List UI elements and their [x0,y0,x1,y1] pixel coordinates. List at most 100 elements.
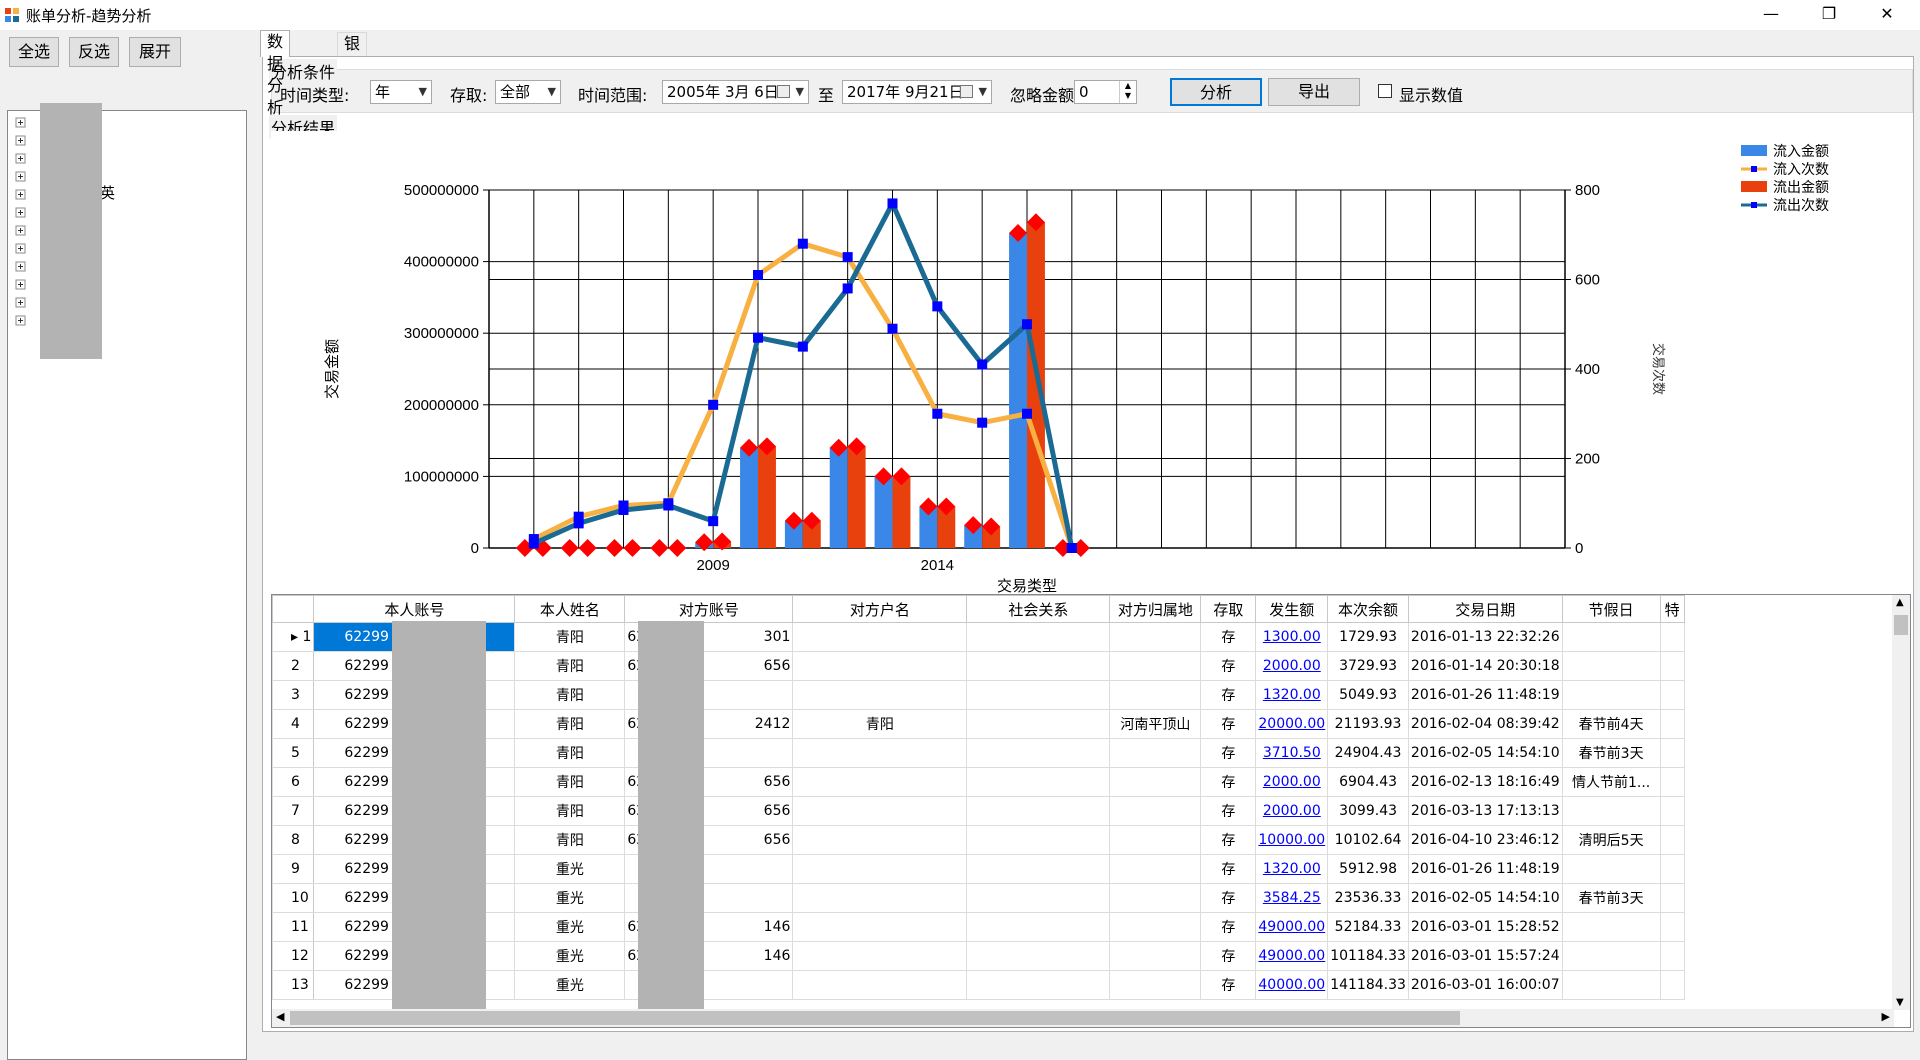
column-header[interactable]: 对方户名 [792,595,968,623]
amount-link[interactable]: 2000.00 [1255,767,1329,797]
table-cell [966,825,1111,855]
table-cell [1561,622,1661,652]
table-cell [1659,941,1685,971]
column-header[interactable]: 本人姓名 [514,595,626,623]
app-icon [5,8,19,22]
column-header[interactable]: 存取 [1200,595,1257,623]
tree-expand-icon[interactable] [14,188,28,202]
account-tree[interactable]: 英 [7,103,247,1060]
time-type-select[interactable]: 年 ▼ [370,80,432,104]
table-cell: 存 [1200,796,1257,826]
amount-link[interactable]: 10000.00 [1255,825,1329,855]
start-date-picker[interactable]: 2005年 3月 6日 ▼ [662,80,809,104]
tree-expand-icon[interactable] [14,242,28,256]
tree-expand-icon[interactable] [14,260,28,274]
column-header[interactable] [272,595,315,623]
row-header: 8 [272,825,315,855]
table-cell: 存 [1200,970,1257,1000]
line-point [573,518,584,529]
analyze-button[interactable]: 分析 [1170,78,1262,106]
table-cell: 3099.43 [1327,796,1409,826]
row-header: 13 [272,970,315,1000]
tab-bank-bill[interactable]: 银行账单 [337,32,368,119]
tree-expand-icon[interactable] [14,116,28,130]
table-cell [1109,970,1202,1000]
bar [1027,222,1045,548]
table-cell: 存 [1200,622,1257,652]
legend-label: 流出金额 [1773,179,1829,195]
end-date-picker[interactable]: 2017年 9月21日 ▼ [842,80,992,104]
transactions-grid[interactable]: 本人账号 本人姓名 对方账号 对方户名 社会关系 对方归属地 存取 发生额 本次余额 交易日期 节假… [271,594,1911,1028]
select-all-button[interactable]: 全选 [9,37,59,67]
line-point [977,417,988,428]
amount-link[interactable]: 1320.00 [1255,854,1329,884]
legend-swatch-marker [1751,166,1757,172]
table-cell: 青阳 [514,622,626,652]
column-header[interactable]: 对方归属地 [1109,595,1202,623]
column-header[interactable]: 发生额 [1255,595,1329,623]
amount-link[interactable]: 2000.00 [1255,796,1329,826]
tree-expand-icon[interactable] [14,206,28,220]
x-tick-label: 2014 [921,557,954,574]
table-cell: 23536.33 [1327,883,1409,913]
amount-link[interactable]: 20000.00 [1255,709,1329,739]
bar [740,447,758,548]
tree-expand-icon[interactable] [14,224,28,238]
tree-expand-icon[interactable] [14,296,28,310]
tree-expand-icon[interactable] [14,314,28,328]
horizontal-scrollbar[interactable]: ◀ ▶ [272,1009,1894,1027]
ignore-amount-input[interactable]: 0 ▲ ▼ [1074,80,1137,104]
amount-link[interactable]: 1300.00 [1255,622,1329,652]
table-cell [1109,651,1202,681]
tab-data-analysis[interactable]: 数据分析 [260,30,291,117]
amount-link[interactable]: 1320.00 [1255,680,1329,710]
restore-button[interactable]: ❐ [1800,0,1858,30]
y2-tick-label: 200 [1575,451,1600,468]
table-cell: 141184.33 [1327,970,1409,1000]
table-cell: 2016-04-10 23:46:12 [1407,825,1563,855]
table-cell: 2016-03-13 17:13:13 [1407,796,1563,826]
amount-link[interactable]: 3584.25 [1255,883,1329,913]
invert-selection-button[interactable]: 反选 [69,37,119,67]
table-cell [1561,970,1661,1000]
amount-link[interactable]: 2000.00 [1255,651,1329,681]
row-header: 3 [272,680,315,710]
amount-link[interactable]: 3710.50 [1255,738,1329,768]
access-select[interactable]: 全部 ▼ [495,80,561,104]
line-point [887,198,898,209]
column-header[interactable]: 本次余额 [1327,595,1409,623]
row-header: 9 [272,854,315,884]
table-cell [1659,651,1685,681]
trend-chart-svg: 0 100000000 200000000 300000000 400000000 500… [323,143,1829,595]
line-point [663,500,674,511]
expand-button[interactable]: 展开 [129,37,181,67]
close-button[interactable]: ✕ [1858,0,1916,30]
spinner-icon[interactable]: ▲ ▼ [1119,81,1136,103]
ignore-amount-label: 忽略金额: [1010,86,1080,105]
amount-link[interactable]: 49000.00 [1255,912,1329,942]
tree-expand-icon[interactable] [14,278,28,292]
vertical-scrollbar[interactable]: ▲ ▼ [1892,595,1910,1010]
export-button[interactable]: 导出 [1268,78,1360,106]
column-header[interactable]: 本人账号 [313,595,516,623]
tree-expand-icon[interactable] [14,170,28,184]
column-header[interactable]: 特 [1659,595,1685,623]
column-header[interactable]: 对方账号 [624,595,794,623]
table-cell [966,622,1111,652]
table-cell [792,622,968,652]
tree-expand-icon[interactable] [14,152,28,166]
minimize-button[interactable]: — [1742,0,1800,30]
amount-link[interactable]: 40000.00 [1255,970,1329,1000]
table-cell [1659,680,1685,710]
column-header[interactable]: 社会关系 [966,595,1111,623]
column-header[interactable]: 交易日期 [1407,595,1563,623]
tree-expand-icon[interactable] [14,134,28,148]
show-values-checkbox[interactable] [1378,84,1392,98]
table-cell: 存 [1200,709,1257,739]
conditions-group: 时间类型: 年 ▼ 存取: 全部 ▼ 时间范围: 2005年 3月 6日 ▼ 至 20… [271,69,1913,113]
table-cell: 2016-01-26 11:48:19 [1407,680,1563,710]
table-cell [1561,912,1661,942]
column-header[interactable]: 节假日 [1561,595,1661,623]
amount-link[interactable]: 49000.00 [1255,941,1329,971]
bar-marker [668,539,687,557]
